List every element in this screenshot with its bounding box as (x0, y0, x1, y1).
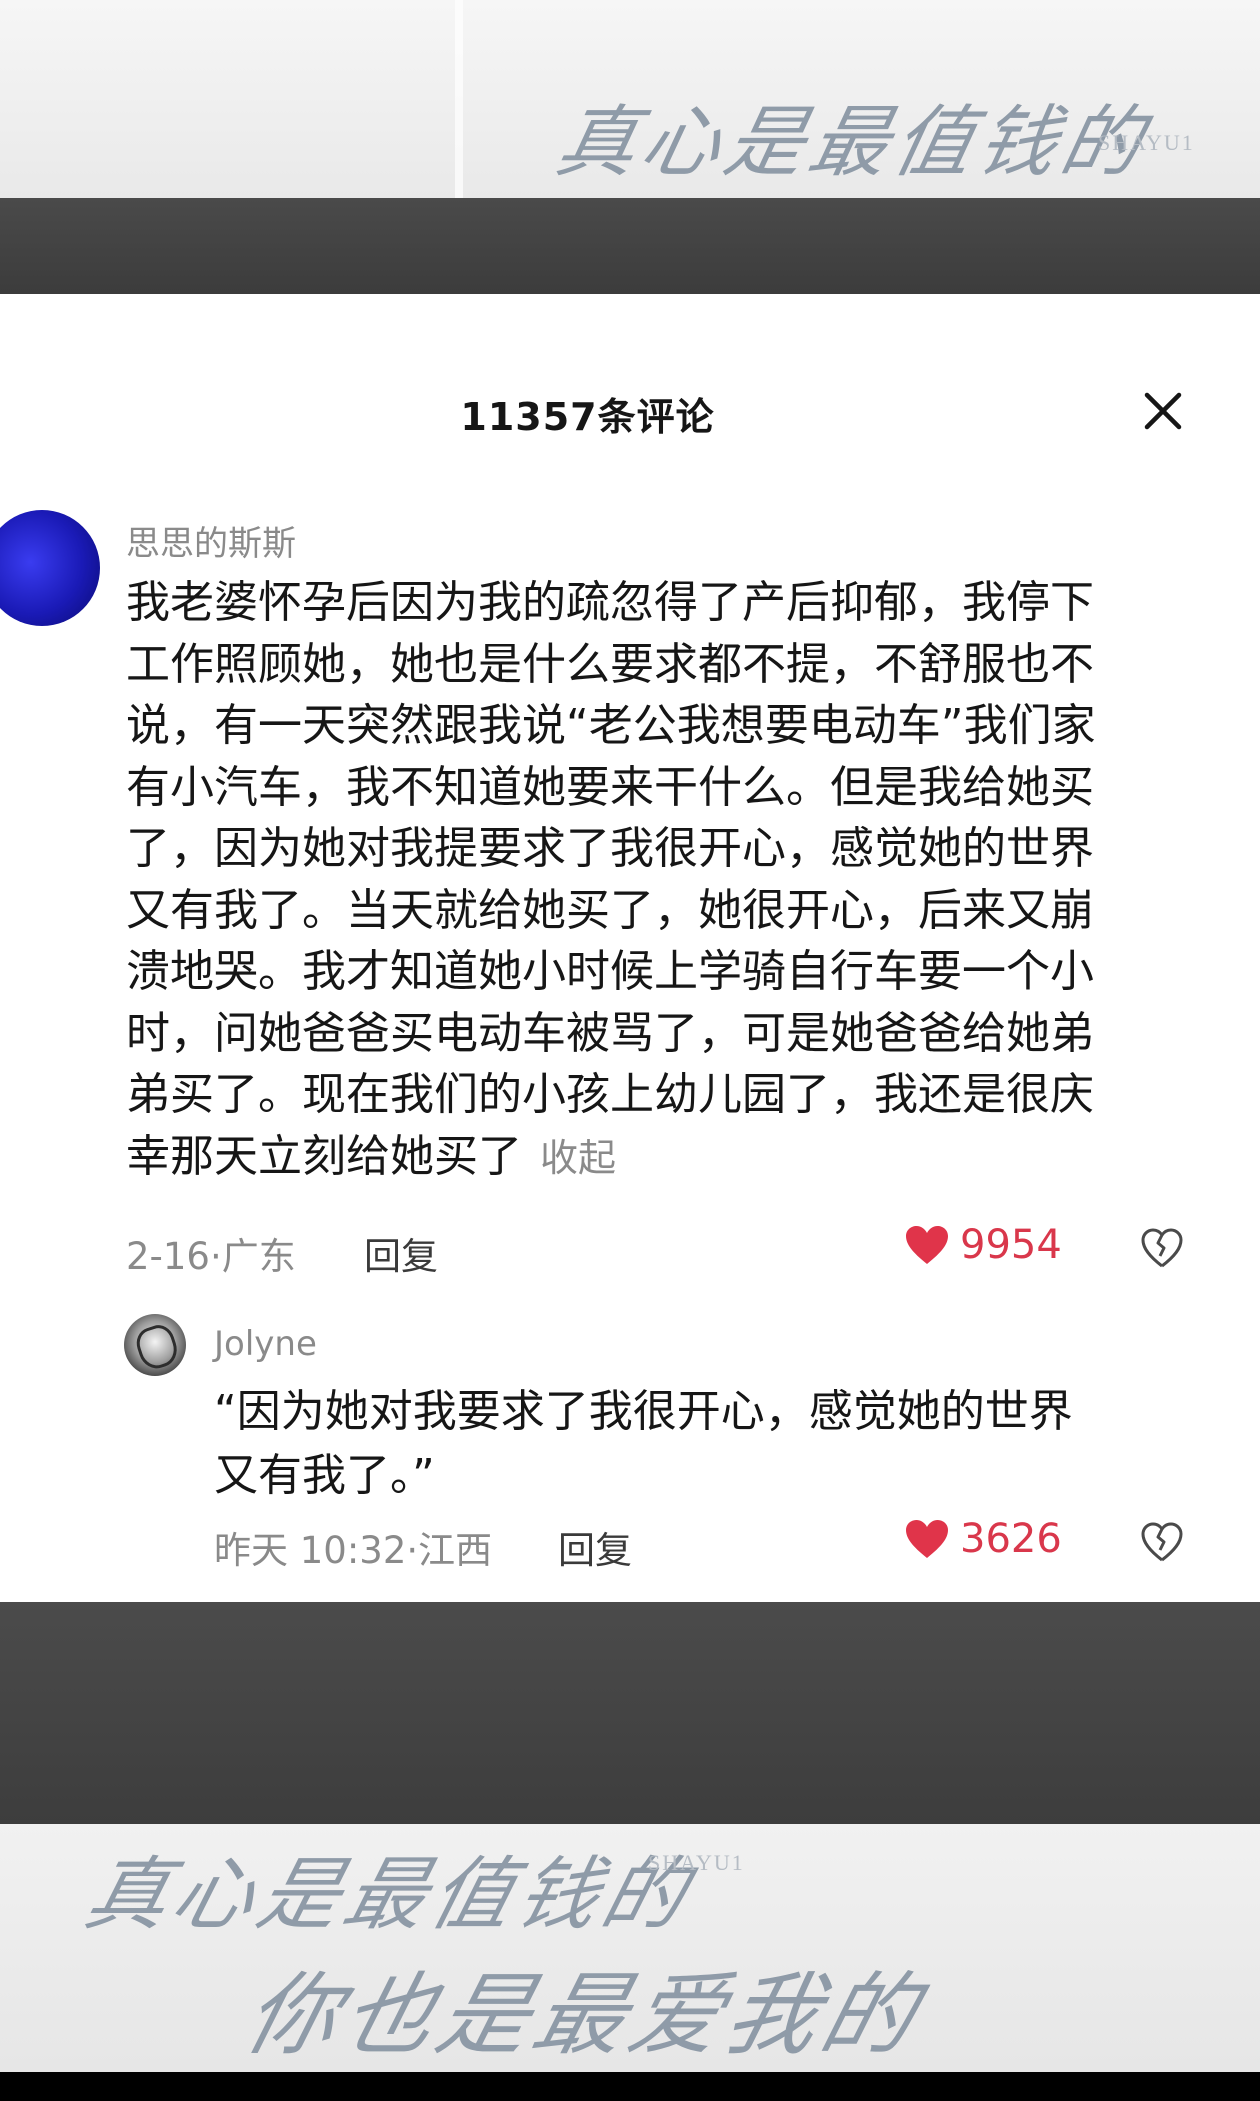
reply-reply-button[interactable]: 回复 (558, 1520, 632, 1574)
top-calligraphy-watermark: 真心是最值钱的 (548, 98, 1157, 188)
reply-like-button[interactable]: 3626 (904, 1516, 1062, 1562)
comment-line: 幸那天立刻给她买了 (126, 1130, 522, 1182)
comment-username[interactable]: 思思的斯斯 (126, 516, 296, 565)
reply-username[interactable]: Jolyne (214, 1324, 317, 1364)
reply-avatar[interactable] (124, 1314, 186, 1376)
reply-date-location: 昨天 10:32·江西 (214, 1529, 493, 1572)
comment-body: 我老婆怀孕后因为我的疏忽得了产后抑郁，我停下 工作照顾她，她也是什么要求都不提，… (126, 572, 1186, 1189)
heart-icon (906, 1226, 948, 1264)
reply-dislike-button[interactable] (1140, 1520, 1184, 1564)
comment-line: 工作照顾她，她也是什么要求都不提，不舒服也不 (126, 638, 1094, 690)
close-button[interactable] (1140, 388, 1186, 434)
comments-panel: 11357条评论 思思的斯斯 我老婆怀孕后因为我的疏忽得了产后抑郁，我停下 工作… (0, 294, 1260, 1602)
top-watermark-banner: 真心是最值钱的 SHAYU1 (0, 0, 1260, 198)
reply-like-count: 3626 (960, 1516, 1062, 1562)
bottom-black-bar (0, 2072, 1260, 2101)
comment-line: 溃地哭。我才知道她小时候上学骑自行车要一个小 (126, 946, 1094, 997)
comment-line: 又有我了。当天就给她买了，她很开心，后来又崩 (126, 884, 1094, 936)
heart-icon (906, 1520, 948, 1558)
comment-line-last: 幸那天立刻给她买了 收起 (126, 1126, 1186, 1190)
comment-line: 弟买了。现在我们的小孩上幼儿园了，我还是很庆 (126, 1069, 1094, 1120)
broken-heart-icon (1141, 1228, 1183, 1268)
top-brand-tag: SHAYU1 (1098, 130, 1195, 155)
bottom-dark-band (0, 1602, 1260, 1824)
reply-line: 又有我了。” (214, 1450, 435, 1501)
comment-line: 说，有一天突然跟我说“老公我想要电动车”我们家 (126, 700, 1096, 751)
reply-line: “因为她对我要求了我很开心，感觉她的世界 (214, 1386, 1073, 1437)
banner-stripe (455, 0, 463, 198)
reply-body: “因为她对我要求了我很开心，感觉她的世界 又有我了。” (214, 1380, 1174, 1508)
reply-button[interactable]: 回复 (364, 1226, 438, 1280)
bottom-calligraphy-watermark-1: 真心是最值钱的 (76, 1848, 702, 1941)
like-count: 9954 (960, 1222, 1062, 1268)
like-button[interactable]: 9954 (904, 1222, 1062, 1268)
comment-line: 了，因为她对我提要求了我很开心，感觉她的世界 (126, 823, 1094, 874)
top-dark-band (0, 198, 1260, 294)
comments-count-title: 11357条评论 (460, 395, 715, 439)
bottom-calligraphy-watermark-2: 你也是最爱我的 (234, 1963, 933, 2068)
bottom-watermark-banner: 真心是最值钱的 SHAYU1 你也是最爱我的 (0, 1824, 1260, 2072)
close-icon (1144, 392, 1182, 430)
collapse-link[interactable]: 收起 (540, 1136, 616, 1180)
comment-line: 有小汽车，我不知道她要来干什么。但是我给她买 (126, 761, 1094, 813)
comment-date-location: 2-16·广东 (126, 1235, 296, 1278)
bottom-brand-tag: SHAYU1 (648, 1850, 745, 1875)
dislike-button[interactable] (1140, 1226, 1184, 1270)
comment-line: 我老婆怀孕后因为我的疏忽得了产后抑郁，我停下 (126, 577, 1094, 628)
avatar[interactable] (0, 510, 100, 626)
broken-heart-icon (1141, 1522, 1183, 1562)
comment-line: 时，问她爸爸买电动车被骂了，可是她爸爸给她弟 (126, 1007, 1094, 1059)
